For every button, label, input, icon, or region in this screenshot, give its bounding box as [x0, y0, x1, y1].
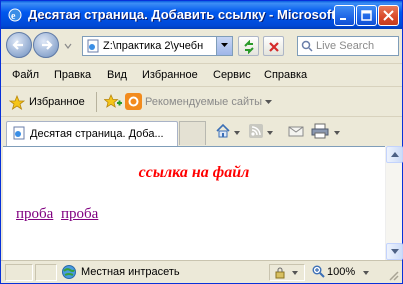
menu-view[interactable]: Вид	[107, 69, 127, 81]
intranet-zone-icon	[62, 265, 76, 279]
new-tab-button[interactable]	[179, 121, 206, 145]
menu-help[interactable]: Справка	[264, 69, 307, 81]
refresh-icon	[244, 40, 254, 54]
address-toolbar: Z:\практика 2\учебн Live Search	[1, 29, 402, 63]
status-bar: Местная интрасеть 100%	[1, 260, 402, 283]
zoom-icon[interactable]	[312, 265, 325, 278]
link-2[interactable]: проба	[61, 206, 98, 223]
stop-icon	[269, 42, 279, 52]
status-cell	[5, 264, 33, 281]
zoom-level[interactable]: 100%	[327, 266, 355, 278]
page-heading: ссылка на файл	[138, 164, 250, 181]
address-dropdown-button[interactable]	[216, 37, 232, 55]
chevron-down-icon	[391, 249, 399, 254]
chevron-up-icon	[391, 152, 399, 157]
refresh-button[interactable]	[238, 36, 259, 56]
chevron-down-icon[interactable]	[363, 271, 369, 275]
page-icon	[13, 126, 25, 140]
scroll-up-button[interactable]	[386, 146, 403, 163]
resize-grip-icon[interactable]	[387, 269, 399, 281]
forward-button[interactable]	[33, 32, 59, 58]
search-provider-icon	[301, 40, 313, 52]
chevron-down-icon[interactable]	[267, 131, 273, 135]
link-1[interactable]: проба	[16, 206, 53, 223]
back-button[interactable]	[6, 32, 32, 58]
window-title: Десятая страница. Добавить ссылку - Micr…	[28, 7, 338, 22]
menu-file[interactable]: Файл	[12, 69, 39, 81]
chevron-down-icon[interactable]	[234, 131, 240, 135]
favorites-star-icon[interactable]	[9, 95, 25, 110]
chevron-down-icon	[221, 43, 228, 47]
minimize-button[interactable]	[334, 5, 355, 26]
title-bar[interactable]: e Десятая страница. Добавить ссылку - Mi…	[1, 1, 402, 29]
toolbar-divider	[96, 92, 97, 112]
menu-bar: Файл Правка Вид Избранное Сервис Справка	[1, 63, 402, 87]
address-text: Z:\практика 2\учебн	[103, 40, 204, 52]
chevron-down-icon[interactable]	[265, 100, 272, 105]
scroll-down-button[interactable]	[386, 243, 403, 260]
tab-label: Десятая страница. Доба...	[30, 128, 164, 140]
page-icon	[87, 39, 99, 53]
history-dropdown-icon[interactable]	[63, 41, 73, 51]
menu-edit[interactable]: Правка	[54, 69, 91, 81]
mail-icon[interactable]	[288, 123, 304, 139]
page-content: ссылка на файл проба проба	[3, 146, 385, 260]
forward-arrow-icon	[42, 40, 53, 50]
close-icon	[383, 10, 394, 21]
protected-mode-cell[interactable]	[269, 264, 305, 281]
stop-button[interactable]	[263, 36, 284, 56]
chevron-down-icon[interactable]	[334, 131, 340, 135]
search-field[interactable]: Live Search	[297, 36, 399, 56]
menu-tools[interactable]: Сервис	[213, 69, 251, 81]
vertical-scrollbar[interactable]	[385, 146, 403, 260]
security-zone-label: Местная интрасеть	[81, 266, 180, 278]
close-button[interactable]	[378, 5, 399, 26]
maximize-icon	[361, 10, 372, 21]
add-to-favorites-icon[interactable]	[104, 94, 122, 110]
address-field[interactable]: Z:\практика 2\учебн	[82, 36, 233, 56]
minimize-icon	[340, 18, 346, 20]
print-icon[interactable]	[311, 123, 329, 139]
lock-icon	[275, 267, 285, 279]
ie-window: e Десятая страница. Добавить ссылку - Mi…	[0, 0, 403, 284]
favorites-button[interactable]: Избранное	[29, 96, 85, 108]
svg-text:e: e	[11, 11, 16, 22]
maximize-button[interactable]	[356, 5, 377, 26]
home-icon[interactable]	[215, 123, 231, 139]
chevron-down-icon	[292, 271, 298, 275]
ie-logo-icon: e	[7, 7, 23, 23]
suggested-sites-icon[interactable]	[125, 93, 142, 110]
suggested-sites-button[interactable]: Рекомендуемые сайты	[145, 96, 262, 108]
search-placeholder: Live Search	[316, 40, 375, 52]
menu-favorites[interactable]: Избранное	[142, 69, 198, 81]
status-cell	[35, 264, 57, 281]
tab-current-page[interactable]: Десятая страница. Доба...	[6, 121, 178, 146]
favorites-bar: Избранное Рекомендуемые сайты	[1, 87, 402, 117]
tab-row: Десятая страница. Доба...	[1, 117, 402, 146]
back-arrow-icon	[12, 40, 23, 50]
rss-feed-icon[interactable]	[248, 123, 264, 139]
